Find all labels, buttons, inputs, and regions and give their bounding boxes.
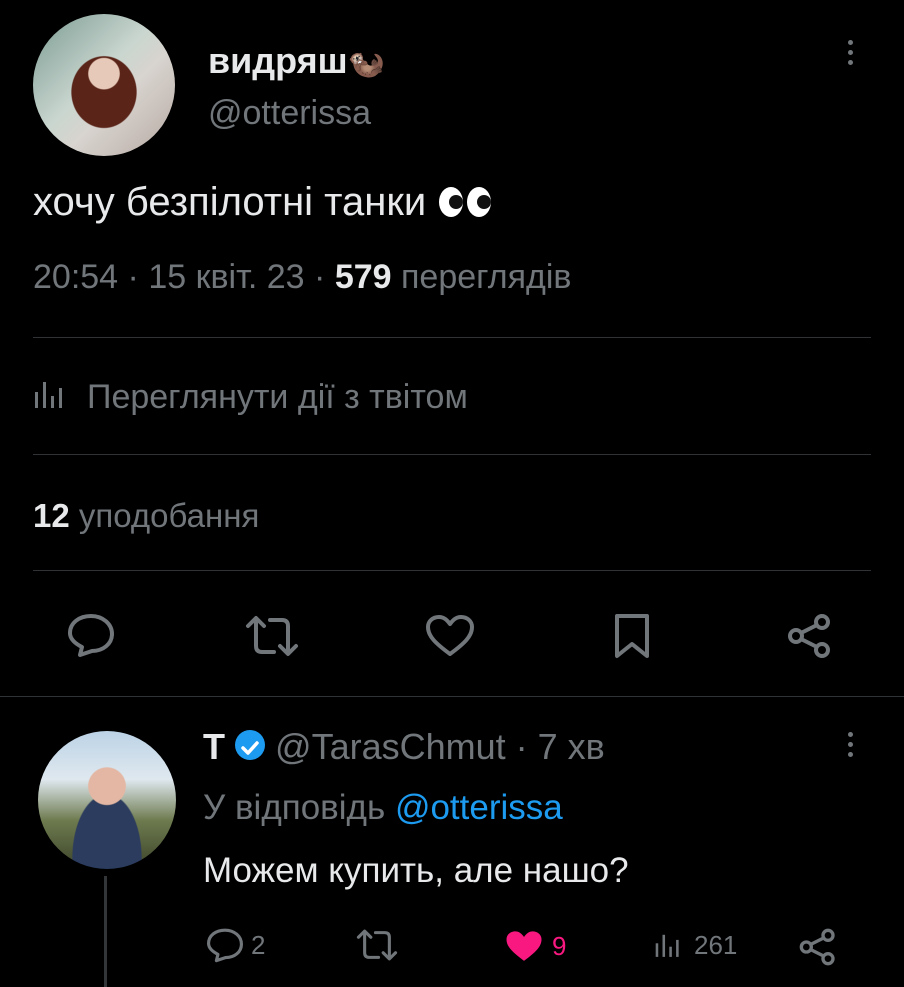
thread-line (104, 876, 107, 987)
reply-display-name[interactable]: Т (203, 726, 225, 767)
reply-more-options-icon[interactable] (848, 732, 856, 762)
share-icon[interactable] (786, 612, 834, 660)
display-name-text: видряш (208, 40, 348, 81)
reply-share-icon[interactable] (798, 927, 838, 972)
reply-age[interactable]: 7 хв (538, 726, 605, 767)
analytics-icon (655, 934, 679, 957)
replying-to: У відповідь @otterissa (203, 788, 563, 828)
analytics-icon (33, 378, 73, 419)
reply-views-button[interactable]: 261 (654, 928, 737, 962)
display-name[interactable]: видряш🦦 (208, 40, 385, 82)
reply-retweet-button[interactable] (355, 928, 405, 962)
tweet-meta: 20:54 · 15 квіт. 23 · 579 переглядів (33, 258, 572, 296)
tweet-time[interactable]: 20:54 (33, 258, 118, 296)
tweet-text-body: хочу безпілотні танки (33, 180, 427, 224)
reply-text: Можем купить, але нашо? (203, 851, 629, 890)
reply-like-button[interactable]: 9 (504, 929, 566, 964)
view-activity-label: Переглянути дії з твітом (87, 378, 468, 416)
replying-handle-link[interactable]: @otterissa (395, 788, 563, 827)
views-count: 579 (334, 258, 392, 296)
likes-summary[interactable]: 12 уподобання (33, 497, 259, 535)
bookmark-icon[interactable] (613, 612, 651, 660)
like-icon[interactable] (425, 614, 475, 658)
liked-heart-icon (506, 931, 542, 961)
avatar-otterissa[interactable] (33, 14, 175, 156)
handle[interactable]: @otterissa (208, 94, 371, 133)
likes-label: уподобання (78, 497, 260, 534)
reply-like-count: 9 (552, 931, 567, 961)
tweet-text: хочу безпілотні танки (33, 180, 495, 229)
divider (33, 337, 871, 338)
replying-prefix: У відповідь (203, 788, 386, 827)
more-options-icon[interactable] (848, 40, 856, 70)
reply-reply-button[interactable]: 2 (205, 927, 265, 963)
otter-emoji: 🦦 (347, 47, 385, 80)
view-activity-link[interactable]: Переглянути дії з твітом (33, 378, 468, 419)
divider (0, 696, 904, 697)
reply-header: Т @TarasChmut · 7 хв (203, 726, 605, 767)
verified-badge-icon (235, 730, 266, 760)
reply-reply-count: 2 (251, 929, 266, 960)
divider (33, 570, 871, 571)
likes-count: 12 (33, 497, 70, 534)
reply-view-count: 261 (694, 929, 738, 960)
avatar-taraschmut[interactable] (38, 731, 176, 869)
tweet-date[interactable]: 15 квіт. 23 (148, 258, 304, 296)
retweet-icon (356, 929, 398, 961)
views-label: переглядів (401, 258, 572, 296)
eyes-icon (437, 184, 495, 229)
reply-icon (207, 928, 243, 963)
divider (33, 454, 871, 455)
reply-icon[interactable] (66, 612, 116, 658)
reply-handle[interactable]: @TarasChmut (275, 726, 506, 767)
retweet-icon[interactable] (244, 614, 300, 658)
